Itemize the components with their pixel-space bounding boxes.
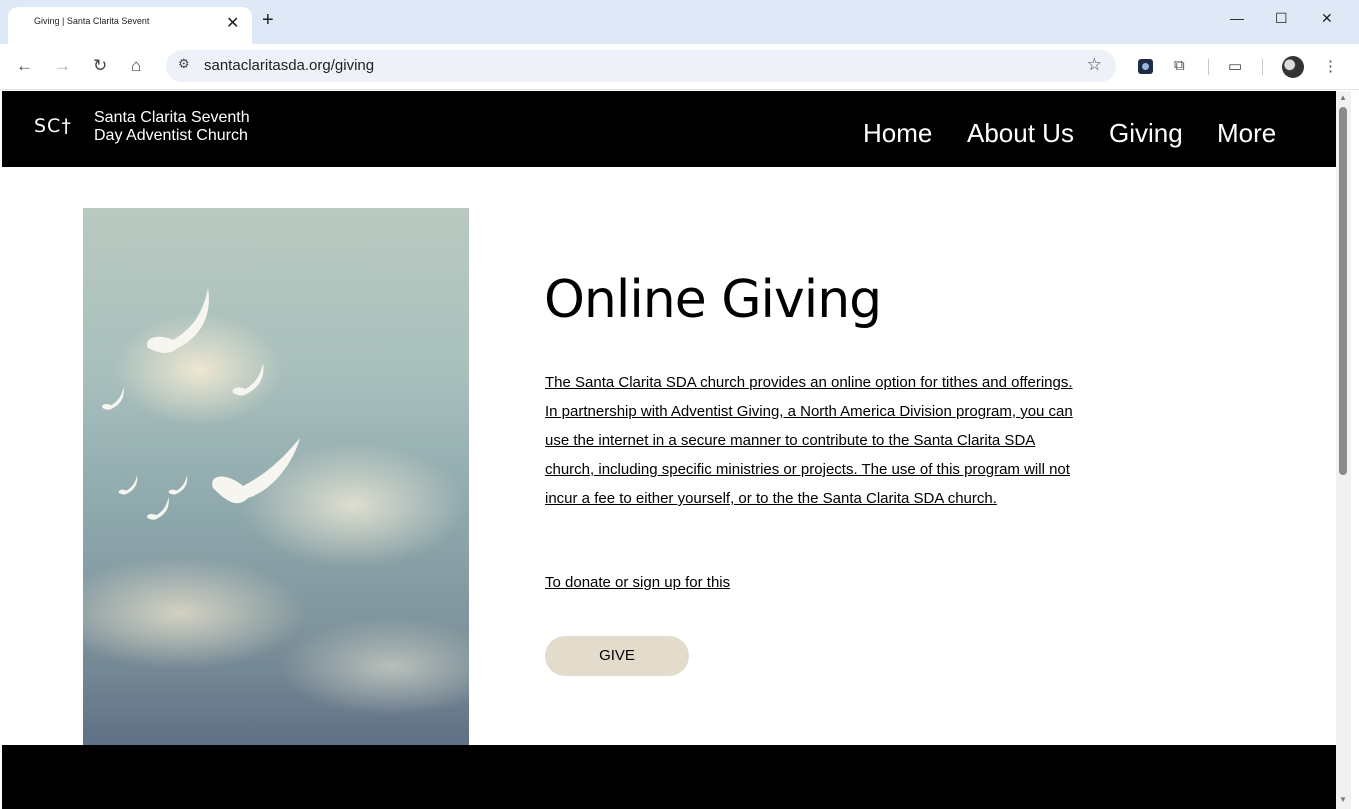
- logo-text[interactable]: Santa Clarita Seventh Day Adventist Chur…: [94, 109, 250, 145]
- puzzle-icon[interactable]: ⧉: [1174, 57, 1185, 74]
- doves-clouds-image: [83, 208, 469, 748]
- minimize-button[interactable]: —: [1230, 10, 1244, 26]
- extension-icon[interactable]: [1138, 59, 1153, 74]
- dove: [212, 438, 300, 504]
- browser-toolbar: ← → ↻ ⌂ ⚙ santaclaritasda.org/giving ☆ ⧉…: [0, 44, 1359, 90]
- page-scrollbar[interactable]: ▲ ▼: [1336, 91, 1351, 809]
- nav-giving[interactable]: Giving: [1109, 118, 1183, 149]
- dove: [147, 497, 169, 520]
- tab-title: Giving | Santa Clarita Sevent: [34, 16, 150, 26]
- dove: [147, 288, 209, 353]
- scrollbar-thumb[interactable]: [1339, 107, 1347, 475]
- logo-line-1: Santa Clarita Seventh: [94, 109, 250, 126]
- site-info-icon[interactable]: ⚙: [178, 56, 190, 72]
- tab-strip: Giving | Santa Clarita Sevent ✕ + — ☐ ✕: [0, 0, 1359, 44]
- address-bar[interactable]: ⚙ santaclaritasda.org/giving ☆: [166, 50, 1116, 82]
- dove: [102, 387, 124, 410]
- dove: [232, 363, 264, 396]
- home-icon[interactable]: ⌂: [131, 56, 141, 76]
- tab-search-icon[interactable]: ▭: [1228, 57, 1242, 75]
- maximize-button[interactable]: ☐: [1275, 10, 1288, 27]
- giving-description-link[interactable]: The Santa Clarita SDA church provides an…: [545, 368, 1075, 513]
- give-button[interactable]: GIVE: [545, 636, 689, 676]
- donate-signup-link[interactable]: To donate or sign up for this: [545, 574, 730, 591]
- scroll-down-icon[interactable]: ▼: [1339, 795, 1347, 804]
- nav-more[interactable]: More: [1217, 118, 1276, 149]
- new-tab-button[interactable]: +: [262, 9, 274, 32]
- close-window-button[interactable]: ✕: [1321, 10, 1333, 27]
- menu-icon[interactable]: ⋮: [1323, 57, 1338, 75]
- tab-close-icon[interactable]: ✕: [226, 13, 239, 33]
- dove: [118, 475, 138, 495]
- page-title: Online Giving: [544, 270, 882, 330]
- back-icon[interactable]: ←: [16, 56, 33, 76]
- site-header: SC† Santa Clarita Seventh Day Adventist …: [2, 91, 1336, 167]
- nav-home[interactable]: Home: [863, 118, 932, 149]
- bookmark-star-icon[interactable]: ☆: [1087, 55, 1102, 75]
- dove: [168, 475, 188, 495]
- doves-illustration: [102, 288, 300, 520]
- toolbar-divider: [1208, 59, 1209, 75]
- toolbar-divider: [1262, 59, 1263, 75]
- url-text[interactable]: santaclaritasda.org/giving: [204, 57, 374, 74]
- profile-avatar[interactable]: [1282, 56, 1304, 78]
- logo-mark[interactable]: SC†: [34, 115, 72, 137]
- nav-about-us[interactable]: About Us: [967, 118, 1074, 149]
- logo-line-2: Day Adventist Church: [94, 127, 248, 144]
- forward-icon[interactable]: →: [54, 56, 71, 76]
- site-footer: [2, 745, 1336, 809]
- reload-icon[interactable]: ↻: [93, 56, 107, 76]
- active-tab[interactable]: Giving | Santa Clarita Sevent ✕: [8, 7, 252, 44]
- scroll-up-icon[interactable]: ▲: [1339, 93, 1347, 102]
